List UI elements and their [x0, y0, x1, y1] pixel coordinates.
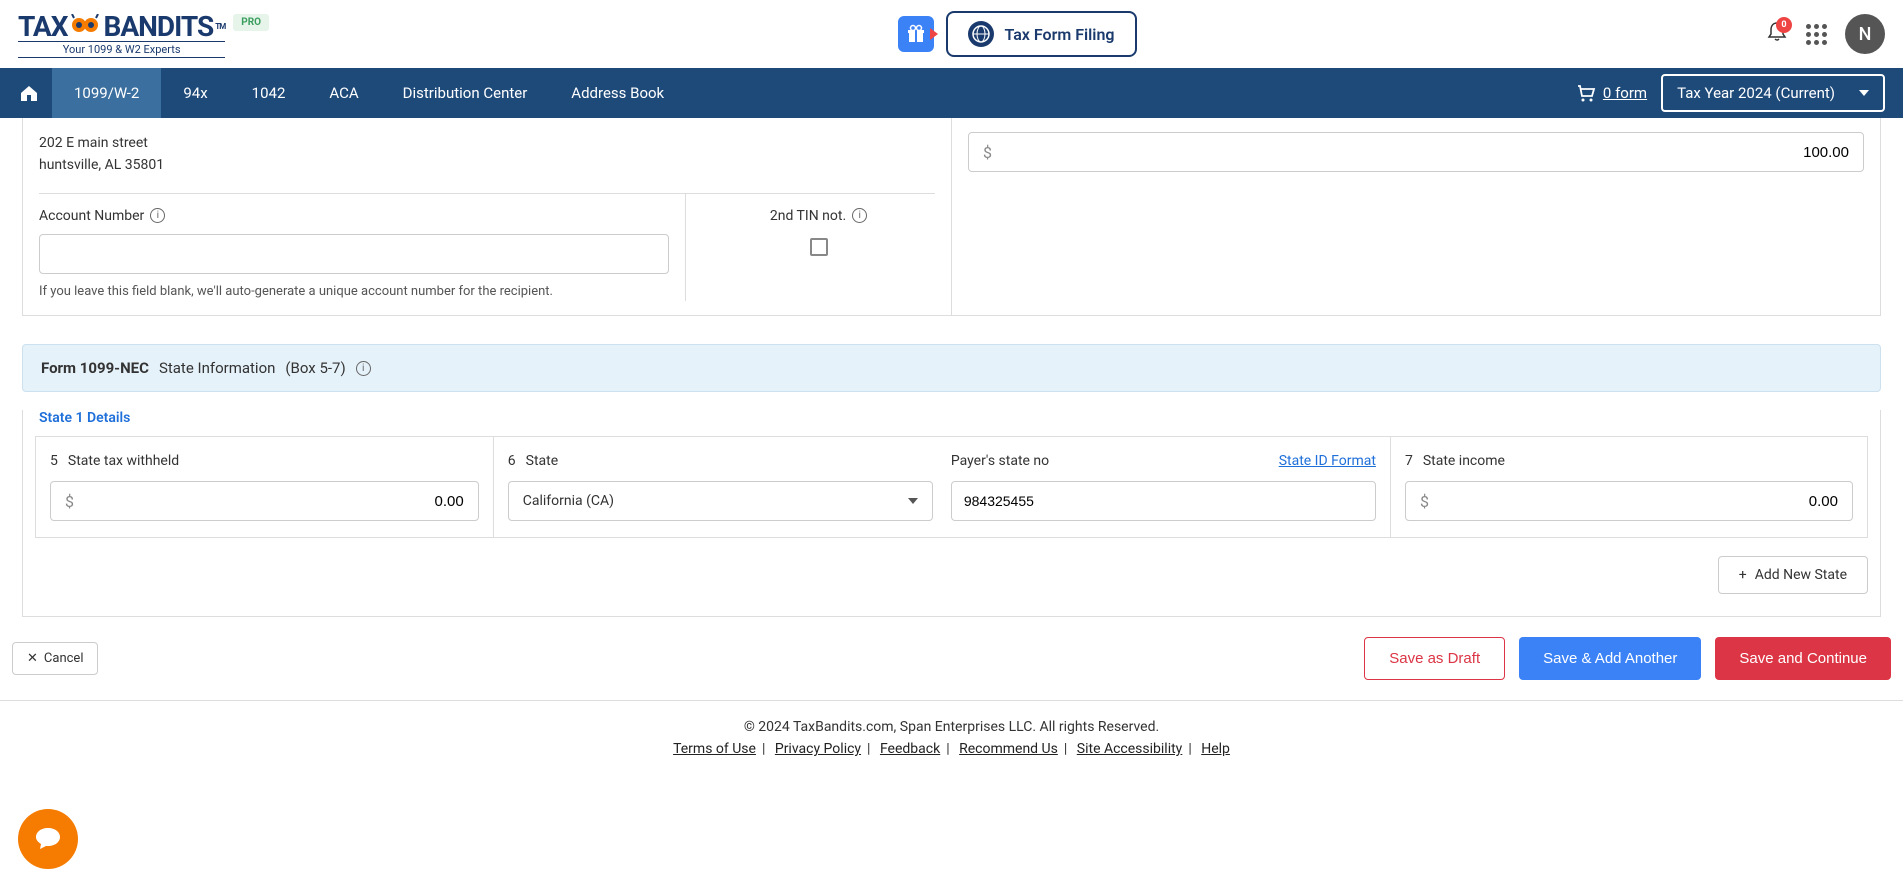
- col5-label: State tax withheld: [68, 453, 179, 469]
- logo-text-pre: TAX: [18, 10, 67, 43]
- info-icon[interactable]: i: [150, 208, 165, 223]
- save-continue-button[interactable]: Save and Continue: [1715, 637, 1891, 680]
- recipient-address: 202 E main street huntsville, AL 35801: [39, 132, 935, 177]
- gift-button[interactable]: [898, 16, 934, 52]
- nav-1042[interactable]: 1042: [230, 68, 308, 118]
- notifications-button[interactable]: 0: [1766, 21, 1788, 47]
- cart-icon: [1575, 82, 1597, 104]
- apps-menu-button[interactable]: [1806, 24, 1827, 45]
- home-icon: [18, 82, 40, 104]
- state-tax-withheld-input[interactable]: [84, 493, 464, 510]
- cancel-label: Cancel: [44, 651, 84, 666]
- gift-icon: [906, 24, 926, 44]
- nav-1099-w2[interactable]: 1099/W-2: [52, 68, 161, 118]
- account-number-input[interactable]: [39, 234, 669, 274]
- nav-aca[interactable]: ACA: [307, 68, 380, 118]
- info-icon[interactable]: i: [356, 361, 371, 376]
- avatar[interactable]: N: [1845, 14, 1885, 54]
- footer-link-accessibility[interactable]: Site Accessibility: [1077, 741, 1183, 757]
- payer-state-no-input[interactable]: [951, 481, 1376, 521]
- footer-link-help[interactable]: Help: [1201, 741, 1230, 757]
- tin-checkbox[interactable]: [810, 238, 828, 256]
- footer-link-privacy[interactable]: Privacy Policy: [775, 741, 861, 757]
- state-income-wrap[interactable]: $: [1405, 481, 1853, 521]
- nav-home[interactable]: [18, 68, 52, 118]
- col6-label: State: [526, 453, 559, 469]
- state-section-header: Form 1099-NEC State Information (Box 5-7…: [22, 344, 1881, 392]
- logo-tm: TM: [215, 22, 225, 31]
- col7-label: State income: [1423, 453, 1505, 469]
- nav-94x[interactable]: 94x: [161, 68, 229, 118]
- tax-form-filing-button[interactable]: Tax Form Filing: [946, 11, 1136, 57]
- payer-state-label: Payer's state no: [951, 453, 1049, 469]
- dollar-icon: $: [1420, 492, 1429, 511]
- state-tax-withheld-wrap[interactable]: $: [50, 481, 479, 521]
- dollar-icon: $: [983, 143, 992, 162]
- chat-button[interactable]: [18, 809, 78, 869]
- col5-num: 5: [50, 453, 58, 469]
- cart-link[interactable]: 0 form: [1575, 82, 1647, 104]
- owl-icon: [69, 13, 101, 41]
- nav-distribution-center[interactable]: Distribution Center: [381, 68, 550, 118]
- tax-year-label: Tax Year 2024 (Current): [1677, 84, 1835, 102]
- state-id-format-link[interactable]: State ID Format: [1279, 453, 1376, 469]
- footer-link-recommend[interactable]: Recommend Us: [959, 741, 1058, 757]
- amount-input[interactable]: [1002, 144, 1849, 161]
- chat-icon: [33, 824, 63, 854]
- account-help-text: If you leave this field blank, we'll aut…: [39, 282, 669, 302]
- amount-input-wrap[interactable]: $: [968, 132, 1864, 172]
- state-select[interactable]: California (CA): [508, 481, 933, 521]
- chevron-down-icon: [1859, 90, 1869, 96]
- footer-link-terms[interactable]: Terms of Use: [673, 741, 756, 757]
- footer-copyright: © 2024 TaxBandits.com, Span Enterprises …: [0, 719, 1903, 735]
- chevron-down-icon: [908, 498, 918, 504]
- dollar-icon: $: [65, 492, 74, 511]
- plus-icon: +: [1739, 567, 1747, 583]
- close-icon: ✕: [27, 651, 38, 666]
- tin-label: 2nd TIN not.: [770, 208, 846, 224]
- cart-count-label: 0 form: [1603, 84, 1647, 102]
- col6-num: 6: [508, 453, 516, 469]
- logo-area[interactable]: TAX BANDITS TM Your 1099 & W2 Experts PR…: [18, 10, 269, 58]
- tax-form-filing-label: Tax Form Filing: [1004, 25, 1114, 44]
- nav-address-book[interactable]: Address Book: [549, 68, 686, 118]
- save-draft-button[interactable]: Save as Draft: [1364, 637, 1505, 680]
- account-number-label: Account Number: [39, 208, 144, 224]
- cancel-button[interactable]: ✕ Cancel: [12, 642, 98, 675]
- tax-year-select[interactable]: Tax Year 2024 (Current): [1661, 74, 1885, 112]
- logo-text-post: BANDITS: [103, 10, 213, 43]
- col7-num: 7: [1405, 453, 1413, 469]
- save-add-another-button[interactable]: Save & Add Another: [1519, 637, 1701, 680]
- globe-icon: [968, 21, 994, 47]
- state-select-value: California (CA): [523, 493, 614, 509]
- pro-badge: PRO: [233, 14, 269, 31]
- notification-badge: 0: [1776, 17, 1792, 33]
- state-income-input[interactable]: [1439, 493, 1838, 510]
- add-state-label: Add New State: [1755, 567, 1847, 583]
- logo-tagline: Your 1099 & W2 Experts: [18, 41, 225, 58]
- info-icon[interactable]: i: [852, 208, 867, 223]
- add-new-state-button[interactable]: + Add New State: [1718, 556, 1868, 594]
- state-details-label: State 1 Details: [39, 410, 1880, 426]
- footer-link-feedback[interactable]: Feedback: [880, 741, 940, 757]
